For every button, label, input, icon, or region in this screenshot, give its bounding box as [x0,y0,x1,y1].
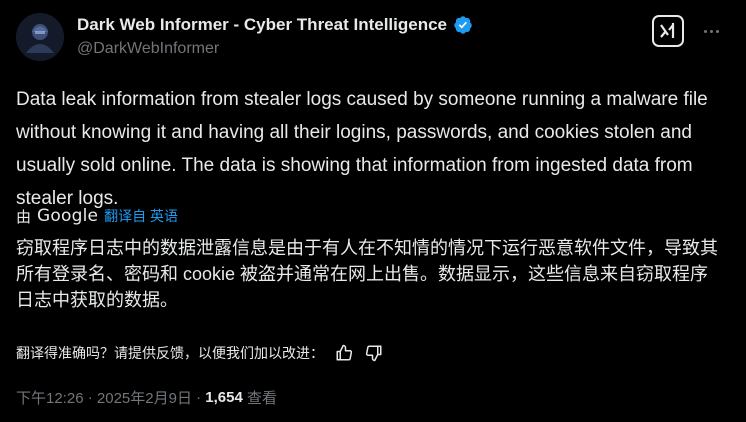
more-options-button[interactable] [698,18,724,44]
thumbs-down-icon[interactable] [364,343,384,363]
translated-from-link[interactable]: 翻译自 英语 [104,206,178,226]
author-handle[interactable]: @DarkWebInformer [77,40,219,58]
verified-badge-icon[interactable] [453,15,473,35]
more-options-dot [715,29,719,33]
feedback-prompt: 翻译得准确吗？请提供反馈，以便我们加以改进： [16,345,324,361]
grok-icon [660,23,675,38]
more-options-icon [703,29,707,33]
avatar[interactable] [16,13,64,61]
translated-by-label: 由 [16,208,32,226]
grok-button[interactable] [652,15,684,47]
avatar-image [16,13,64,61]
thumbs-up-icon[interactable] [334,343,354,363]
translation-feedback: 翻译得准确吗？请提供反馈，以便我们加以改进： [16,341,384,365]
meta-separator: · [191,388,206,406]
tweet-time[interactable]: 下午12:26 [16,387,84,408]
tweet-meta: 下午12:26 · 2025年2月9日 · 1,654 查看 [16,386,277,408]
tweet-text: Data leak information from stealer logs … [16,89,708,209]
author-name-row: Dark Web Informer - Cyber Threat Intelli… [77,13,473,37]
translated-tweet-text: 窃取程序日志中的数据泄露信息是由于有人在不知情的情况下运行恶意软件文件，导致其所… [16,238,718,310]
meta-separator: · [83,388,97,406]
views-count: 1,654 [205,388,243,406]
translation-attribution: 由 Google 翻译自 英语 [16,205,178,227]
tweet-date[interactable]: 2025年2月9日 [97,387,192,408]
more-options-dot [709,29,713,33]
author-display-name[interactable]: Dark Web Informer - Cyber Threat Intelli… [77,15,447,35]
google-logo: Google [37,206,99,226]
views-label: 查看 [247,389,278,407]
